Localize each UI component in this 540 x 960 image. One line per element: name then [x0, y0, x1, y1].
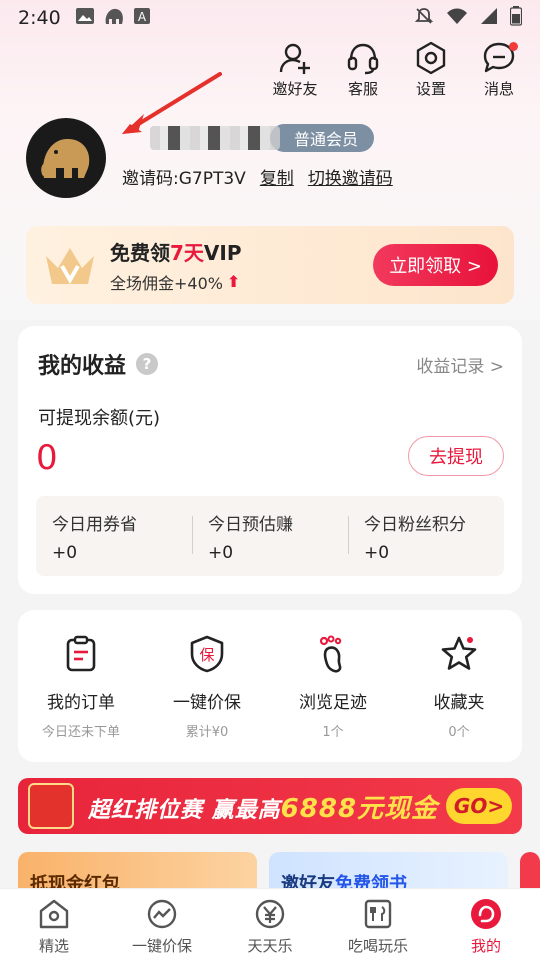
promo-text: 超红排位赛 赢最高6888元现金	[88, 793, 439, 824]
earnings-title: 我的收益 ?	[38, 348, 159, 380]
member-level-badge: 普通会员	[270, 124, 375, 152]
shortcut-menu: 我的订单 今日还未下单 保 一键价保 累计¥0 浏览足迹 1个 收藏夹 0个	[18, 610, 522, 762]
cash-red-packet-card[interactable]: 抵现金红包	[18, 852, 258, 892]
tab-daily-fun[interactable]: 天天乐	[216, 889, 324, 960]
username-blurred	[150, 126, 280, 150]
add-user-icon	[279, 43, 310, 74]
today-stats: 今日用券省 +0 今日预估赚 +0 今日粉丝积分 +0	[36, 496, 504, 576]
balance-value: 0	[36, 438, 58, 478]
shield-icon: 保	[190, 635, 224, 673]
tab-food-fun[interactable]: 吃喝玩乐	[324, 889, 432, 960]
tab-mine[interactable]: 我的	[432, 889, 540, 960]
profile-icon	[471, 899, 501, 929]
customer-service-button[interactable]: 客服	[336, 40, 390, 99]
messages-label: 消息	[483, 80, 514, 98]
battery-icon	[509, 5, 523, 31]
switch-invite-code-button[interactable]: 切换邀请码	[308, 164, 393, 189]
favorites-button[interactable]: 收藏夹 0个	[396, 610, 522, 762]
help-icon[interactable]: ?	[136, 353, 159, 375]
svg-text:A: A	[138, 10, 147, 24]
invite-friend-button[interactable]: 邀好友	[268, 40, 322, 99]
stat-fan-points[interactable]: 今日粉丝积分 +0	[348, 496, 504, 576]
browse-history-button[interactable]: 浏览足迹 1个	[270, 610, 396, 762]
settings-label: 设置	[415, 80, 446, 98]
settings-icon	[416, 41, 446, 75]
headset-icon	[347, 43, 379, 75]
vip-title: 免费领7天VIP	[110, 240, 242, 265]
withdraw-button[interactable]: 去提现	[408, 436, 504, 476]
unread-dot	[509, 42, 518, 51]
activity-cards: 抵现金红包 邀好友免费领书	[18, 852, 540, 892]
copy-invite-code-button[interactable]: 复制	[260, 164, 294, 189]
signal-icon	[480, 7, 498, 30]
username-row: 普通会员	[150, 124, 375, 152]
vip-banner[interactable]: 免费领7天VIP 全场佣金+40% ⬆ 立即领取 >	[26, 226, 514, 304]
home-icon	[39, 899, 69, 929]
mute-icon	[414, 6, 434, 31]
image-icon	[75, 7, 95, 30]
arrow-up-icon: ⬆	[226, 272, 241, 291]
app-icon	[103, 6, 125, 31]
earnings-record-link[interactable]: 收益记录 >	[416, 352, 504, 377]
food-icon	[364, 899, 392, 929]
price-protect-button[interactable]: 保 一键价保 累计¥0	[144, 610, 270, 762]
price-trend-icon	[147, 899, 177, 929]
bottom-tab-bar: 精选 一键价保 天天乐 吃喝玩乐 我的	[0, 888, 540, 960]
stat-estimated-earnings[interactable]: 今日预估赚 +0	[192, 496, 348, 576]
footprint-icon	[319, 635, 342, 673]
svg-text:保: 保	[199, 646, 214, 664]
messages-button[interactable]: 消息	[472, 40, 526, 99]
claim-vip-button[interactable]: 立即领取 >	[373, 244, 498, 286]
status-time: 2:40	[18, 7, 61, 29]
crown-icon	[46, 248, 94, 285]
ranking-promo-banner[interactable]: 超红排位赛 赢最高6888元现金 GO>	[18, 778, 522, 834]
yen-coin-icon	[255, 899, 285, 929]
elephant-icon	[41, 138, 90, 178]
red-envelope-icon	[28, 783, 74, 829]
vip-subtitle: 全场佣金+40% ⬆	[110, 272, 241, 293]
invite-free-book-card[interactable]: 邀好友免费领书	[269, 852, 509, 892]
top-actions: 邀好友 客服 设置 消息	[268, 40, 526, 99]
wifi-icon	[446, 7, 468, 30]
tab-featured[interactable]: 精选	[0, 889, 108, 960]
order-icon	[66, 635, 96, 672]
my-orders-button[interactable]: 我的订单 今日还未下单	[18, 610, 144, 762]
avatar[interactable]	[26, 118, 106, 198]
invite-code-text: 邀请码:G7PT3V	[122, 169, 246, 189]
a-icon: A	[133, 7, 151, 30]
status-bar: 2:40 A	[0, 0, 540, 36]
invite-code-row: 邀请码:G7PT3V 复制 切换邀请码	[122, 164, 393, 189]
earnings-card: 我的收益 ? 收益记录 > 可提现余额(元) 0 去提现 今日用券省 +0 今日…	[18, 326, 522, 594]
invite-friend-label: 邀好友	[272, 80, 318, 98]
balance-label: 可提现余额(元)	[38, 408, 161, 429]
promo-go-button[interactable]: GO>	[446, 788, 512, 824]
more-activity-card[interactable]	[520, 852, 540, 892]
customer-service-label: 客服	[347, 80, 378, 98]
tab-price-protect[interactable]: 一键价保	[108, 889, 216, 960]
star-icon	[441, 636, 477, 670]
settings-button[interactable]: 设置	[404, 40, 458, 99]
stat-coupon-saved[interactable]: 今日用券省 +0	[36, 496, 192, 576]
